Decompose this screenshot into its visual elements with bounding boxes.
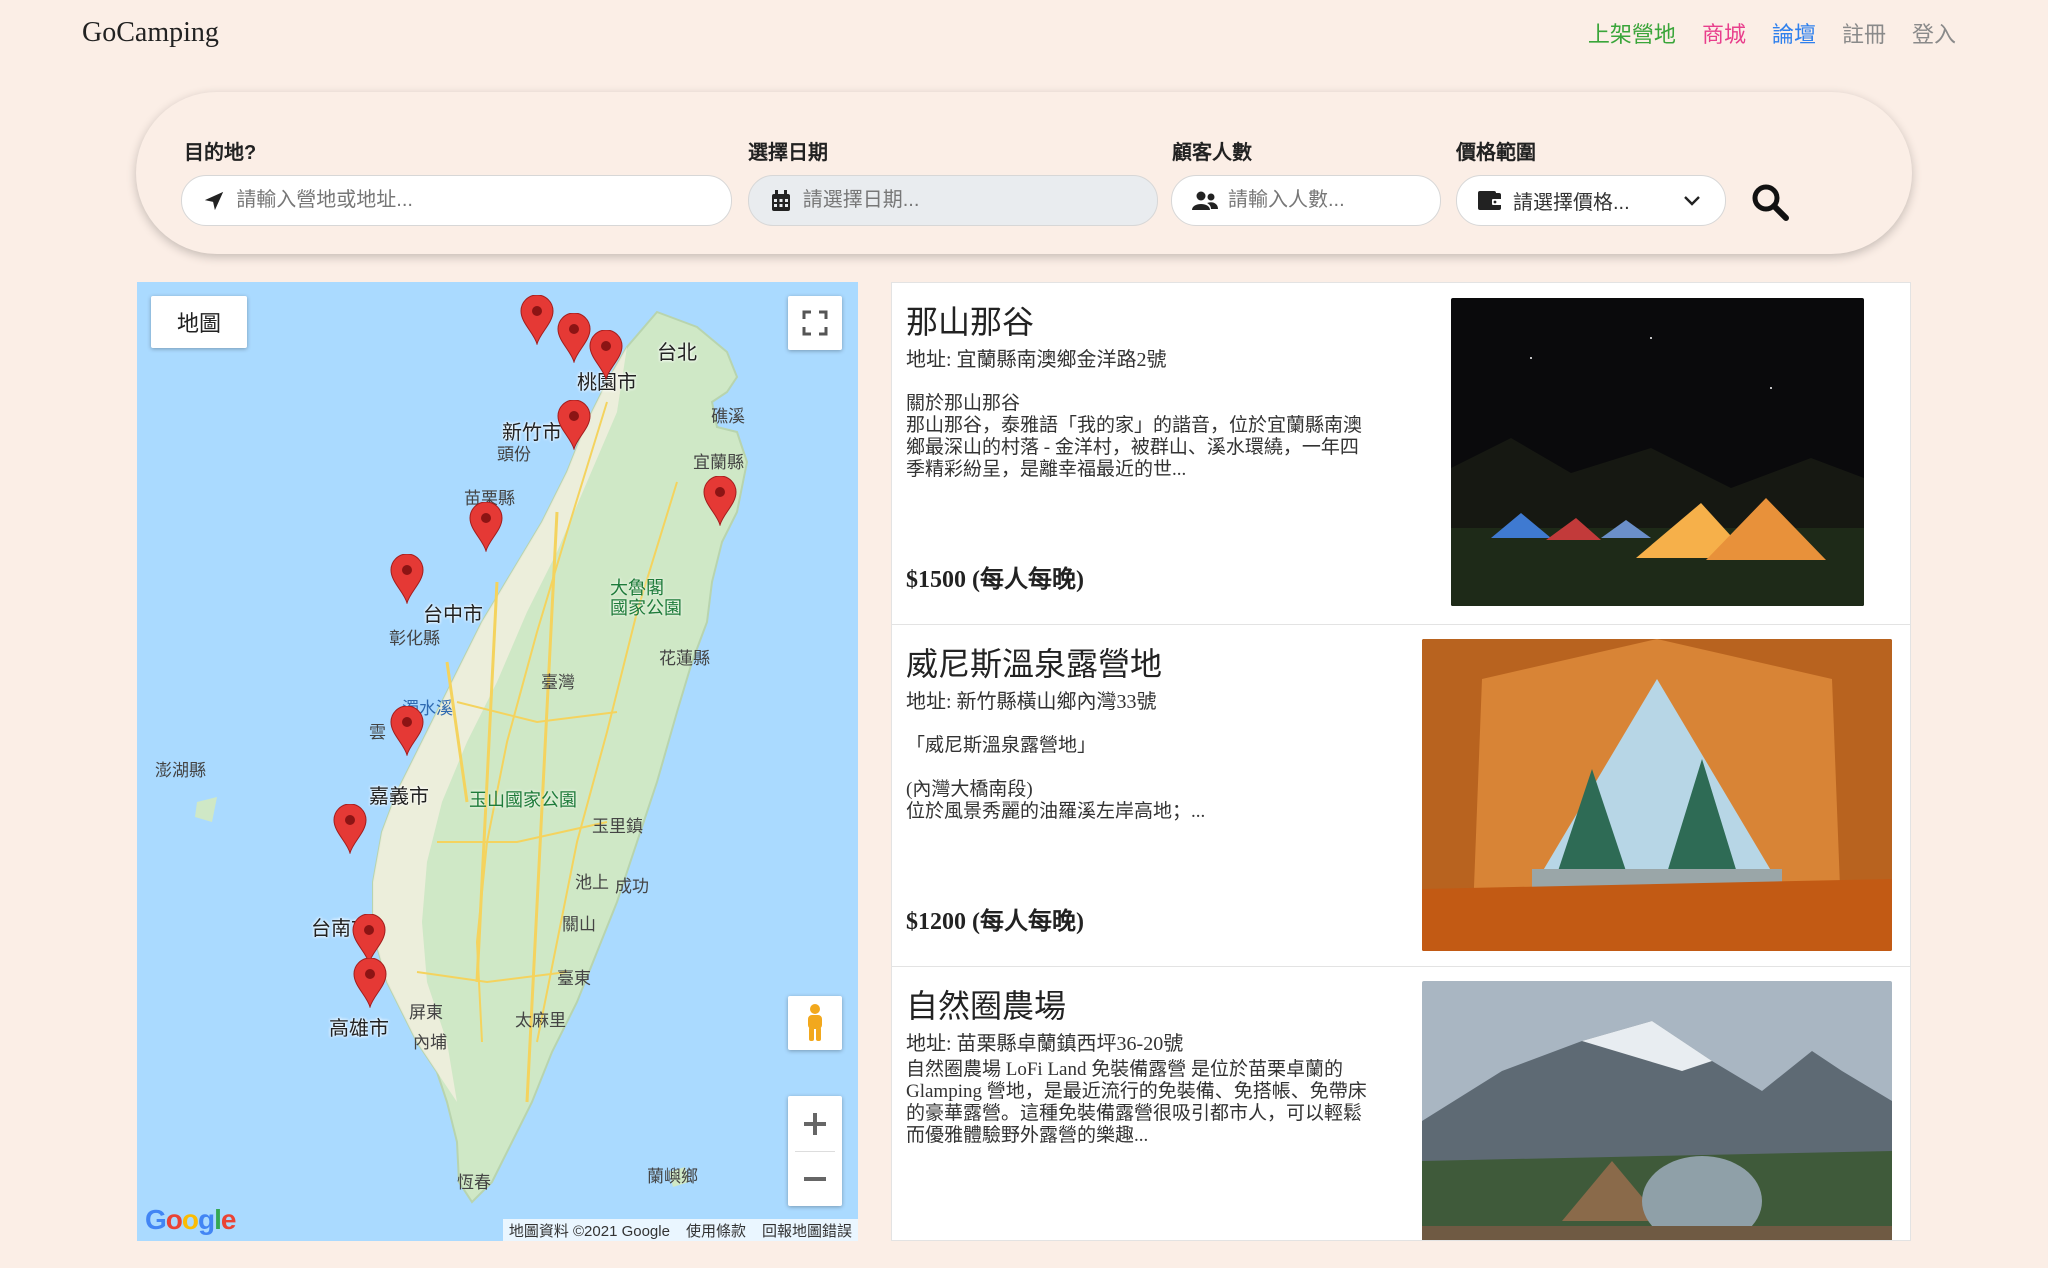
users-icon [1192,188,1218,214]
fullscreen-icon [802,310,828,336]
map-label-chiayi: 嘉義市 [369,786,429,808]
date-field[interactable] [748,175,1158,226]
map-pin-marker[interactable] [557,400,591,450]
map-pin-marker[interactable] [520,295,554,345]
terms-link[interactable]: 使用條款 [686,1220,746,1241]
price-label: 價格範圍 [1456,142,1536,164]
report-error-link[interactable]: 回報地圖錯誤 [762,1220,852,1241]
map-pin-marker[interactable] [703,476,737,526]
map-pin-marker[interactable] [557,313,591,363]
zoom-out-button[interactable] [788,1152,842,1206]
taiwan-land-shape [195,310,749,1204]
camp-photo-glamping-dome[interactable] [1422,981,1892,1240]
minus-icon [804,1176,826,1181]
map-label-chishang: 池上 [575,873,609,892]
map-label-hengchun: 恆春 [457,1173,491,1192]
map-pin-marker[interactable] [390,706,424,756]
camp-card[interactable]: 那山那谷 地址: 宜蘭縣南澳鄉金洋路2號 關於那山那谷 那山那谷，泰雅語「我的家… [892,283,1910,625]
map-label-taroko: 大魯閣 國家公園 [610,578,682,618]
map-pin-marker[interactable] [390,554,424,604]
camp-list: 那山那谷 地址: 宜蘭縣南澳鄉金洋路2號 關於那山那谷 那山那谷，泰雅語「我的家… [891,282,1911,1241]
map-label-taiwan: 臺灣 [541,673,575,692]
nav-login[interactable]: 登入 [1912,17,1956,49]
map-label-guanshan: 關山 [562,915,596,934]
map-label-kaohsiung: 高雄市 [329,1018,389,1040]
nav-shop[interactable]: 商城 [1702,17,1746,49]
pegman-icon [808,1004,822,1041]
zoom-control [788,1096,842,1206]
map-label-toufen: 頭份 [497,445,531,464]
map-label-taipei: 台北 [657,342,697,364]
camp-price: $1500 (每人每晚) [906,567,1084,593]
camp-address: 地址: 宜蘭縣南澳鄉金洋路2號 [906,349,1167,371]
fullscreen-button[interactable] [788,296,842,350]
destination-input[interactable] [236,189,731,212]
date-label: 選擇日期 [748,142,828,164]
nav-signup[interactable]: 註冊 [1842,17,1886,49]
zoom-in-button[interactable] [788,1097,842,1151]
destination-label: 目的地? [184,142,257,164]
map-label-taitung: 臺東 [557,969,591,988]
map-label-yilan: 宜蘭縣 [693,453,744,472]
camp-title[interactable]: 那山那谷 [906,297,1034,343]
chevron-down-icon [1677,195,1707,206]
guests-field[interactable] [1171,175,1441,226]
camp-description: 自然圈農場 LoFi Land 免裝備露營 是位於苗栗卓蘭的 Glamping … [906,1059,1367,1146]
map-view[interactable]: 台北 桃園市 新竹市 頭份 苗栗縣 礁溪 宜蘭縣 台中市 彰化縣 大魯閣 國家公… [137,282,858,1241]
calendar-icon [769,188,793,214]
google-logo: Google [145,1204,236,1235]
map-label-chenggong: 成功 [615,877,649,896]
map-label-pingtung: 屏東 [409,1003,443,1022]
map-label-neipu: 內埔 [413,1033,447,1052]
camp-photo-tent-forest[interactable] [1422,639,1892,951]
destination-field[interactable] [181,175,732,226]
camp-price: $1200 (每人每晚) [906,909,1084,935]
map-label-hualien: 花蓮縣 [659,649,710,668]
top-nav: 上架營地 商城 論壇 註冊 登入 [1588,17,1956,49]
camp-address: 地址: 新竹縣橫山鄉內灣33號 [906,691,1157,713]
wallet-icon [1477,188,1503,214]
map-label-taichung: 台中市 [423,604,483,626]
camp-photo-night-tents[interactable] [1451,298,1864,606]
map-label-yunlin: 雲 [369,723,386,742]
map-attribution: 地圖資料 ©2021 Google 使用條款 回報地圖錯誤 [502,1219,858,1241]
search-panel: 目的地? 選擇日期 顧客人數 價格範圍 [136,92,1912,254]
nav-forum[interactable]: 論壇 [1772,17,1816,49]
map-pin-marker[interactable] [352,914,386,964]
price-select[interactable]: 請選擇價格... [1456,175,1726,226]
search-button[interactable] [1748,180,1792,224]
map-pin-marker[interactable] [333,804,367,854]
nav-list-camp[interactable]: 上架營地 [1588,17,1676,49]
map-pin-marker[interactable] [353,958,387,1008]
map-label-penghu: 澎湖縣 [155,761,206,780]
camp-address: 地址: 苗栗縣卓蘭鎮西坪36-20號 [906,1033,1184,1055]
location-arrow-icon [202,188,226,214]
street-view-pegman[interactable] [788,996,842,1050]
guests-input[interactable] [1228,189,1440,212]
map-data-credit: 地圖資料 ©2021 Google [508,1222,670,1240]
camp-description: 「威尼斯溫泉露營地」 (內灣大橋南段) 位於風景秀麗的油羅溪左岸高地；... [906,735,1206,822]
camp-card[interactable]: 威尼斯溫泉露營地 地址: 新竹縣橫山鄉內灣33號 「威尼斯溫泉露營地」 (內灣大… [892,625,1910,967]
date-input[interactable] [802,189,1157,212]
map-pin-marker[interactable] [589,330,623,380]
camp-card[interactable]: 自然圈農場 地址: 苗栗縣卓蘭鎮西坪36-20號 自然圈農場 LoFi Land… [892,967,1910,1240]
camp-title[interactable]: 自然圈農場 [906,981,1066,1027]
plus-icon [804,1112,826,1135]
brand-logo[interactable]: GoCamping [82,17,219,49]
search-icon [1752,184,1789,221]
map-label-jiaoxi: 礁溪 [711,407,745,426]
guests-label: 顧客人數 [1172,142,1252,164]
camp-title[interactable]: 威尼斯溫泉露營地 [906,639,1162,685]
price-select-value: 請選擇價格... [1513,192,1630,214]
camp-description: 關於那山那谷 那山那谷，泰雅語「我的家」的諧音，位於宜蘭縣南澳鄉最深山的村落 -… [906,393,1363,480]
map-label-yuli: 玉里鎮 [592,817,643,836]
map-label-changhua: 彰化縣 [389,629,440,648]
map-label-yushan: 玉山國家公園 [469,790,577,810]
map-label-damali: 太麻里 [515,1011,566,1030]
map-label-lanyu: 蘭嶼鄉 [647,1167,698,1186]
map-type-button[interactable]: 地圖 [151,296,247,348]
map-pin-marker[interactable] [469,502,503,552]
